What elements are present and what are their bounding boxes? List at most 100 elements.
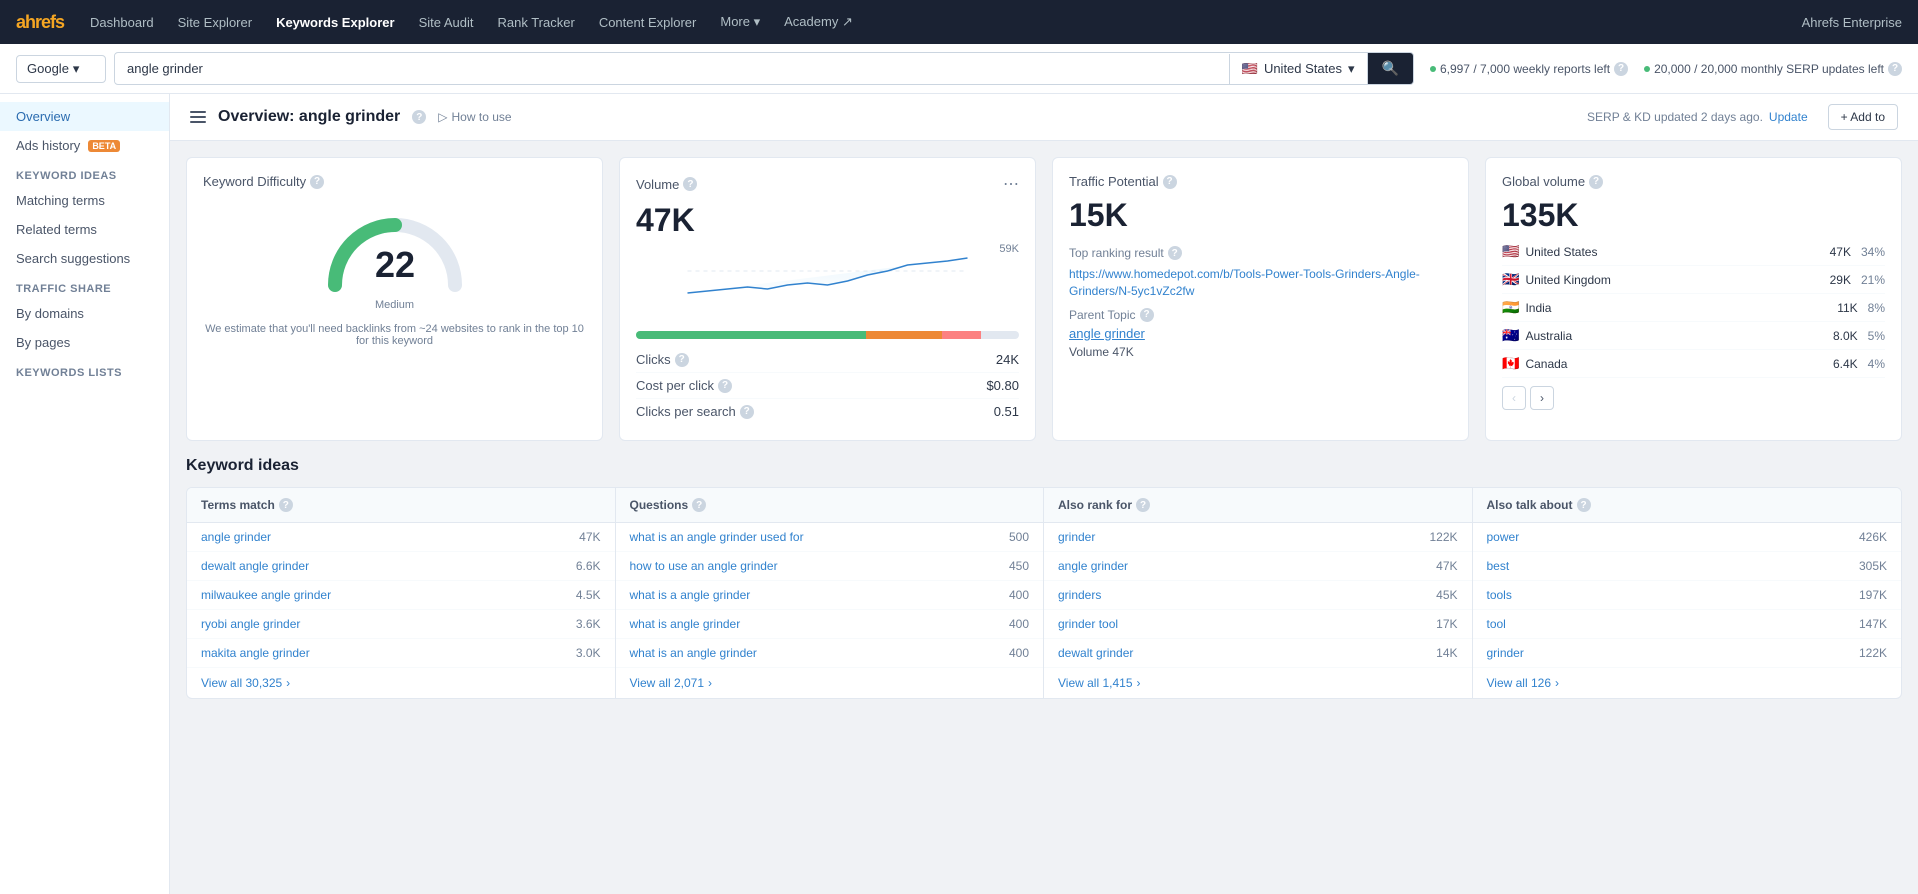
- weekly-help-icon[interactable]: ?: [1614, 62, 1628, 76]
- sidebar-item-ads-history[interactable]: Ads history BETA: [0, 131, 169, 160]
- clicks-help-icon[interactable]: ?: [675, 353, 689, 367]
- cps-help-icon[interactable]: ?: [740, 405, 754, 419]
- keyword-vol: 450: [1009, 559, 1029, 573]
- view-all-link[interactable]: View all 1,415: [1058, 676, 1133, 690]
- keyword-link[interactable]: what is an angle grinder used for: [630, 530, 804, 544]
- nav-more[interactable]: More ▾: [710, 10, 770, 34]
- view-all-link[interactable]: View all 2,071: [630, 676, 705, 690]
- nav-site-explorer[interactable]: Site Explorer: [168, 11, 262, 34]
- keyword-link[interactable]: ryobi angle grinder: [201, 617, 300, 631]
- chevron-right-icon: ›: [708, 676, 712, 690]
- main-layout: Overview Ads history BETA Keyword ideas …: [0, 94, 1918, 894]
- ahrefs-logo: ahrefs: [16, 12, 64, 33]
- keyword-link[interactable]: grinder tool: [1058, 617, 1118, 631]
- tr-help-icon[interactable]: ?: [1168, 246, 1182, 260]
- keyword-link[interactable]: angle grinder: [201, 530, 271, 544]
- engine-label: Google: [27, 61, 69, 76]
- chevron-right-icon: ›: [1555, 676, 1559, 690]
- keyword-link[interactable]: dewalt angle grinder: [201, 559, 309, 573]
- update-notice-text: SERP & KD updated 2 days ago.: [1587, 110, 1763, 124]
- location-select[interactable]: 🇺🇸 United States ▾: [1229, 54, 1367, 84]
- sidebar-item-by-domains[interactable]: By domains: [0, 299, 169, 328]
- country-next-arrow[interactable]: ›: [1530, 386, 1554, 410]
- ideas-col-header: Questions?: [616, 488, 1044, 523]
- keyword-link[interactable]: grinder: [1487, 646, 1524, 660]
- view-all-link[interactable]: View all 30,325: [201, 676, 282, 690]
- content-header: Overview: angle grinder ? ▷ How to use S…: [170, 94, 1918, 141]
- keyword-link[interactable]: tools: [1487, 588, 1512, 602]
- beta-badge: BETA: [88, 140, 120, 152]
- sidebar-item-overview[interactable]: Overview: [0, 102, 169, 131]
- ideas-col-header: Also rank for?: [1044, 488, 1472, 523]
- add-to-button[interactable]: + Add to: [1828, 104, 1898, 130]
- keyword-link[interactable]: grinders: [1058, 588, 1101, 602]
- add-to-label: + Add to: [1841, 110, 1885, 124]
- keyword-vol: 14K: [1436, 646, 1457, 660]
- keyword-link[interactable]: power: [1487, 530, 1520, 544]
- ideas-help-icon[interactable]: ?: [1577, 498, 1591, 512]
- monthly-help-icon[interactable]: ?: [1888, 62, 1902, 76]
- country-nav-arrows: ‹ ›: [1502, 386, 1885, 410]
- keyword-link[interactable]: what is an angle grinder: [630, 646, 757, 660]
- parent-topic-value[interactable]: angle grinder: [1069, 326, 1452, 341]
- volume-menu-icon[interactable]: ⋯: [1003, 174, 1019, 194]
- country-prev-arrow[interactable]: ‹: [1502, 386, 1526, 410]
- view-all-link[interactable]: View all 126: [1487, 676, 1552, 690]
- country-flag-icon: 🇬🇧: [1502, 271, 1519, 288]
- keyword-link[interactable]: what is angle grinder: [630, 617, 741, 631]
- hamburger-icon[interactable]: [190, 111, 206, 123]
- sidebar-item-related-terms[interactable]: Related terms: [0, 215, 169, 244]
- ideas-help-icon[interactable]: ?: [279, 498, 293, 512]
- ideas-help-icon[interactable]: ?: [1136, 498, 1150, 512]
- search-engine-select[interactable]: Google ▾: [16, 55, 106, 83]
- country-name: India: [1525, 301, 1831, 315]
- keyword-link[interactable]: grinder: [1058, 530, 1095, 544]
- nav-content-explorer[interactable]: Content Explorer: [589, 11, 707, 34]
- top-ranking-url[interactable]: https://www.homedepot.com/b/Tools-Power-…: [1069, 266, 1452, 300]
- update-link[interactable]: Update: [1769, 110, 1808, 124]
- gauge-svg: 22: [315, 205, 475, 295]
- country-row: 🇺🇸 United States 47K 34%: [1502, 238, 1885, 266]
- chevron-right-icon: ›: [286, 676, 290, 690]
- location-chevron-icon: ▾: [1348, 61, 1355, 77]
- kd-label: Keyword Difficulty ?: [203, 174, 324, 189]
- ideas-row: best305K: [1473, 552, 1902, 581]
- search-button[interactable]: 🔍: [1367, 53, 1413, 84]
- cpc-help-icon[interactable]: ?: [718, 379, 732, 393]
- sidebar-item-search-suggestions[interactable]: Search suggestions: [0, 244, 169, 273]
- keyword-vol: 47K: [579, 530, 600, 544]
- volume-max-label: 59K: [999, 243, 1019, 255]
- nav-keywords-explorer[interactable]: Keywords Explorer: [266, 11, 405, 34]
- keyword-link[interactable]: angle grinder: [1058, 559, 1128, 573]
- keyword-link[interactable]: dewalt grinder: [1058, 646, 1133, 660]
- keyword-vol: 400: [1009, 646, 1029, 660]
- pt-help-icon[interactable]: ?: [1140, 308, 1154, 322]
- keyword-vol: 45K: [1436, 588, 1457, 602]
- kd-help-icon[interactable]: ?: [310, 175, 324, 189]
- ideas-col-header: Also talk about?: [1473, 488, 1902, 523]
- keyword-link[interactable]: best: [1487, 559, 1510, 573]
- help-circle-icon[interactable]: ?: [412, 110, 426, 124]
- sidebar-item-matching-terms[interactable]: Matching terms: [0, 186, 169, 215]
- keyword-link[interactable]: what is a angle grinder: [630, 588, 751, 602]
- nav-rank-tracker[interactable]: Rank Tracker: [488, 11, 585, 34]
- ideas-col-0: Terms match?angle grinder47Kdewalt angle…: [187, 488, 616, 698]
- keyword-link[interactable]: tool: [1487, 617, 1506, 631]
- top-ranking-label: Top ranking result ?: [1069, 246, 1452, 260]
- how-to-use-link[interactable]: ▷ How to use: [438, 110, 511, 124]
- ideas-row: what is a angle grinder400: [616, 581, 1044, 610]
- volume-label: Volume ?: [636, 177, 697, 192]
- keyword-link[interactable]: how to use an angle grinder: [630, 559, 778, 573]
- nav-dashboard[interactable]: Dashboard: [80, 11, 164, 34]
- gv-help-icon[interactable]: ?: [1589, 175, 1603, 189]
- keyword-link[interactable]: makita angle grinder: [201, 646, 310, 660]
- tp-help-icon[interactable]: ?: [1163, 175, 1177, 189]
- country-volume: 8.0K: [1833, 329, 1858, 343]
- search-input[interactable]: [115, 54, 1229, 83]
- ideas-help-icon[interactable]: ?: [692, 498, 706, 512]
- nav-site-audit[interactable]: Site Audit: [409, 11, 484, 34]
- sidebar-item-by-pages[interactable]: By pages: [0, 328, 169, 357]
- volume-help-icon[interactable]: ?: [683, 177, 697, 191]
- nav-academy[interactable]: Academy ↗: [774, 10, 863, 34]
- keyword-link[interactable]: milwaukee angle grinder: [201, 588, 331, 602]
